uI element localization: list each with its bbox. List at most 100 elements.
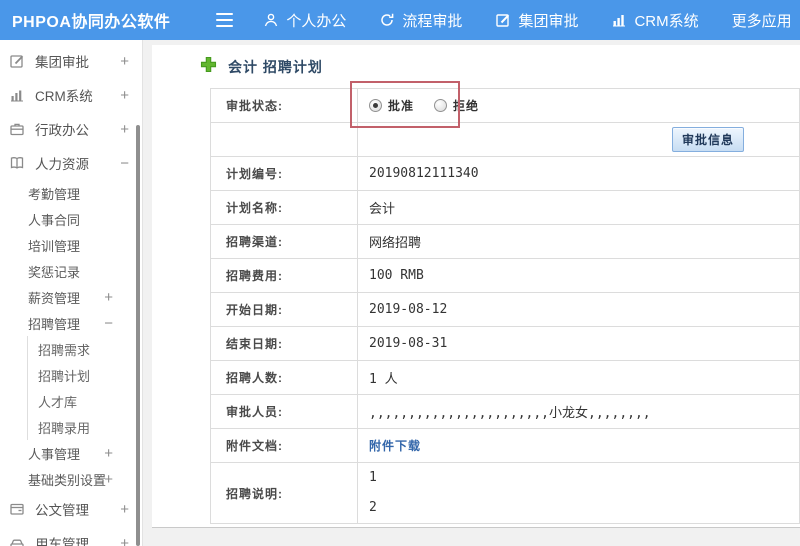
sidebar-item-base-category[interactable]: 基础类别设置 + [0,466,142,492]
table-row-end-date: 结束日期: 2019-08-31 [210,326,800,361]
expand-plus-icon[interactable]: + [120,501,129,518]
radio-approve-label: 批准 [388,99,415,113]
bar-chart-icon [611,12,627,28]
document-icon [9,501,26,517]
field-value: 网络招聘 [357,224,800,259]
sidebar-item-official-docs[interactable]: 公文管理 + [0,492,142,526]
expand-plus-icon[interactable]: + [104,289,113,306]
table-row-plan-number: 计划编号: 20190812111340 [210,156,800,191]
expand-plus-icon[interactable]: + [104,445,113,462]
top-navigation: 个人办公 流程审批 集团审批 CRM系统 更多应用 [263,10,800,31]
sidebar-item-crm[interactable]: CRM系统 + [0,78,142,112]
sidebar-label: 薪资管理 [28,290,81,306]
attachment-download-link[interactable]: 附件下载 [369,439,421,453]
main-content-panel: 会计 招聘计划 审批状态: 批准 拒绝 审批信息 计划编号: 2019081211… [152,45,800,528]
sidebar-item-salary[interactable]: 薪资管理 + [0,284,142,310]
field-value: 2019-08-31 [357,326,800,361]
table-row-start-date: 开始日期: 2019-08-12 [210,292,800,327]
sidebar-label: 考勤管理 [28,186,81,202]
table-row-approve-info: 审批信息 [210,122,800,157]
expand-plus-icon[interactable]: + [120,87,129,104]
sidebar-label: CRM系统 [35,89,93,104]
bar-chart-icon [9,87,26,103]
sidebar-item-personnel[interactable]: 人事管理 + [0,440,142,466]
sidebar-item-human-resources[interactable]: 人力资源 − [0,146,142,180]
nav-personal-office[interactable]: 个人办公 [263,10,346,31]
sidebar-item-vehicle[interactable]: 用车管理 + [0,526,142,546]
detail-table: 审批状态: 批准 拒绝 审批信息 计划编号: 20190812111340 计划名… [210,88,800,524]
sidebar-item-recruit-plan[interactable]: 招聘计划 [28,362,142,388]
button-cell: 审批信息 [357,122,800,157]
sidebar-item-training[interactable]: 培训管理 [0,232,142,258]
nav-label: 个人办公 [286,12,347,30]
page-title-text: 会计 招聘计划 [228,59,323,75]
sidebar-item-recruit-hire[interactable]: 招聘录用 [28,414,142,440]
add-plus-icon[interactable] [200,56,217,78]
sidebar-label: 招聘需求 [38,342,91,358]
sidebar-item-attendance[interactable]: 考勤管理 [0,180,142,206]
sidebar-label: 公文管理 [35,503,89,518]
edit-square-icon [495,12,511,28]
field-value: 2019-08-12 [357,292,800,327]
sidebar-item-group-approval[interactable]: 集团审批 + [0,44,142,78]
app-logo: PHPOA协同办公软件 [12,14,171,31]
description-line: 1 [369,470,377,485]
field-label: 计划名称: [210,190,358,225]
sidebar-label: 人力资源 [35,157,89,172]
table-row-approvers: 审批人员: ,,,,,,,,,,,,,,,,,,,,,,,小龙女,,,,,,,, [210,394,800,429]
field-label: 审批状态: [210,88,358,123]
field-value: ,,,,,,,,,,,,,,,,,,,,,,,小龙女,,,,,,,, [357,394,800,429]
nav-group-approval[interactable]: 集团审批 [495,10,578,31]
field-value: 会计 [357,190,800,225]
collapse-minus-icon[interactable]: − [120,155,129,172]
sidebar-label: 基础类别设置 [28,472,107,488]
nav-crm-system[interactable]: CRM系统 [611,10,699,31]
table-row-headcount: 招聘人数: 1 人 [210,360,800,395]
sidebar-label: 人事管理 [28,446,81,462]
description-line: 2 [369,500,377,515]
table-row-attachment: 附件文档: 附件下载 [210,428,800,463]
collapse-minus-icon[interactable]: − [104,315,113,332]
sidebar-label: 集团审批 [35,55,89,70]
sidebar-label: 人事合同 [28,212,81,228]
table-row-recruit-cost: 招聘费用: 100 RMB [210,258,800,293]
edit-square-icon [9,53,26,69]
field-label: 计划编号: [210,156,358,191]
sidebar-item-talent-pool[interactable]: 人才库 [28,388,142,414]
expand-plus-icon[interactable]: + [120,535,129,546]
radio-approve[interactable] [369,99,382,112]
car-icon [9,535,26,546]
sidebar-label: 人才库 [38,394,78,410]
sidebar-label: 招聘录用 [38,420,91,436]
sidebar-label: 招聘计划 [38,368,91,384]
flow-cycle-icon [379,12,395,28]
sidebar-item-recruitment[interactable]: 招聘管理 − [0,310,142,336]
table-row-recruit-channel: 招聘渠道: 网络招聘 [210,224,800,259]
expand-plus-icon[interactable]: + [104,471,113,488]
nav-flow-approval[interactable]: 流程审批 [379,10,462,31]
field-value: 1 人 [357,360,800,395]
nav-more-apps[interactable]: 更多应用 [732,10,800,31]
hamburger-menu-icon[interactable] [216,13,234,27]
recruitment-submenu: 招聘需求 招聘计划 人才库 招聘录用 [27,336,142,440]
page-title: 会计 招聘计划 [200,56,323,78]
sidebar-item-rewards[interactable]: 奖惩记录 [0,258,142,284]
nav-label: CRM系统 [634,12,699,30]
table-row-plan-name: 计划名称: 会计 [210,190,800,225]
sidebar-scrollbar-thumb[interactable] [136,125,140,546]
table-row-approval-status: 审批状态: 批准 拒绝 [210,88,800,123]
approve-info-button[interactable]: 审批信息 [672,127,745,152]
sidebar-label: 行政办公 [35,123,89,138]
sidebar-item-recruit-demand[interactable]: 招聘需求 [28,336,142,362]
sidebar-item-hr-contract[interactable]: 人事合同 [0,206,142,232]
expand-plus-icon[interactable]: + [120,53,129,70]
field-label: 附件文档: [210,428,358,463]
field-label: 招聘费用: [210,258,358,293]
table-row-description: 招聘说明: 1 2 [210,462,800,524]
radio-reject-label: 拒绝 [453,99,480,113]
field-label: 开始日期: [210,292,358,327]
radio-reject[interactable] [434,99,448,112]
sidebar-item-admin-office[interactable]: 行政办公 + [0,112,142,146]
expand-plus-icon[interactable]: + [120,121,129,138]
sidebar-label: 用车管理 [35,537,89,546]
